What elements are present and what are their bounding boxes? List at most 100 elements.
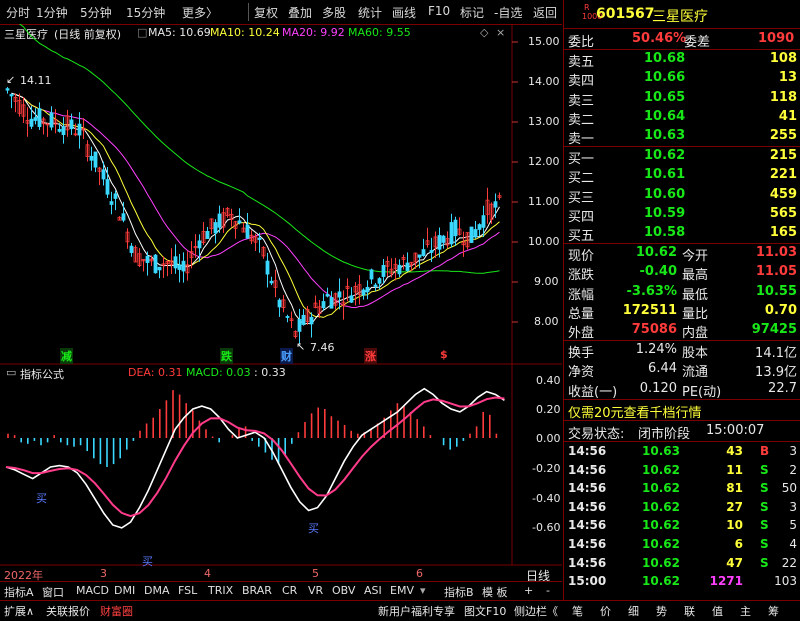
tick-row: 14:56 10.62 27 S 3: [564, 499, 800, 517]
related-quotes-button[interactable]: 关联报价: [46, 603, 90, 619]
key-link[interactable]: 联: [684, 603, 695, 619]
candle-body: [417, 254, 422, 258]
statistics-button[interactable]: 统计: [358, 4, 382, 21]
key-chips[interactable]: 筹: [768, 603, 779, 619]
key-detail[interactable]: 细: [628, 603, 639, 619]
tick-row: 15:00 10.62 1271 103: [564, 573, 800, 591]
indicator-extra-value: : 0.33: [254, 366, 286, 379]
bid-price: 10.62: [644, 148, 686, 163]
candle-body: [337, 291, 342, 298]
indicator-title[interactable]: 指标公式: [20, 366, 64, 382]
event-marker-reduce[interactable]: 减: [60, 348, 73, 364]
y-tick-label: 11.00: [528, 195, 560, 208]
stat-label: 现价: [568, 249, 595, 264]
adjust-button[interactable]: 复权: [254, 4, 278, 21]
tab-window[interactable]: 窗口: [42, 584, 64, 600]
tab-trix[interactable]: TRIX: [208, 584, 233, 597]
f10-graphic-button[interactable]: 图文F10: [464, 603, 506, 619]
key-value[interactable]: 值: [712, 603, 723, 619]
tab-more[interactable]: 更多〉: [182, 4, 218, 21]
mark-button[interactable]: 标记: [460, 4, 484, 21]
multi-stock-button[interactable]: 多股: [322, 4, 346, 21]
candle-body: [349, 295, 354, 303]
wealth-circle-button[interactable]: 财富圈: [100, 603, 133, 619]
y-tick-label: 9.00: [534, 275, 559, 288]
candle-body: [245, 224, 250, 239]
indicator-icon[interactable]: ▭: [6, 366, 16, 379]
sidebar-toggle-button[interactable]: 侧边栏《: [514, 603, 558, 619]
ask-level-row: 卖四 10.66 13: [564, 69, 800, 89]
tab-1min[interactable]: 1分钟: [36, 4, 68, 21]
fund-label: 股本: [682, 346, 709, 361]
tick-time: 14:56: [568, 555, 607, 570]
overlay-button[interactable]: 叠加: [288, 4, 312, 21]
event-marker-rise[interactable]: 涨: [364, 348, 377, 364]
expand-button[interactable]: 扩展∧: [4, 603, 34, 619]
candle-body: [301, 314, 306, 325]
dea-path: [5, 396, 505, 518]
tab-emv[interactable]: EMV: [390, 584, 414, 597]
candle-body: [321, 301, 326, 309]
tick-time: 14:56: [568, 537, 607, 551]
key-trend[interactable]: 势: [656, 603, 667, 619]
draw-line-button[interactable]: 画线: [392, 4, 416, 21]
bid-price: 10.60: [644, 186, 686, 202]
event-marker-finance[interactable]: 财: [280, 348, 293, 364]
tick-side: S: [760, 555, 769, 570]
order-ratio-label: 委比: [568, 35, 595, 50]
tab-obv[interactable]: OBV: [332, 584, 355, 597]
tick-row: 14:56 10.62 47 S 22: [564, 555, 800, 573]
candle-body: [277, 299, 282, 308]
ma5-path: [11, 92, 500, 326]
tab-dmi[interactable]: DMI: [114, 584, 135, 597]
tab-indicator-a[interactable]: 指标A: [4, 584, 34, 600]
trade-state-row: 交易状态: 闭市阶段 15:00:07: [564, 422, 800, 442]
tick-volume: 27: [726, 499, 743, 514]
candle-body: [57, 129, 62, 132]
tab-fsl[interactable]: FSL: [178, 584, 197, 597]
tab-brar[interactable]: BRAR: [242, 584, 272, 597]
back-button[interactable]: 返回: [533, 4, 557, 21]
tab-indicator-b[interactable]: 指标B: [444, 584, 474, 600]
tick-row: 14:56 10.62 6 S 4: [564, 536, 800, 554]
y-tick-label: 13.00: [528, 115, 560, 128]
key-main[interactable]: 主: [740, 603, 751, 619]
bid-volume: 215: [769, 148, 797, 163]
tab-macd[interactable]: MACD: [76, 584, 109, 597]
tick-row: 14:56 10.63 43 B 3: [564, 443, 800, 461]
ask-volume: 41: [778, 108, 797, 124]
stat-label: 今开: [682, 249, 709, 264]
macd-y-tick: 0.00: [536, 432, 561, 445]
candle-body: [381, 265, 386, 277]
tab-intraday[interactable]: 分时: [6, 4, 30, 21]
tab-15min[interactable]: 15分钟: [126, 4, 165, 21]
tab-template[interactable]: 模 板: [482, 584, 508, 600]
event-marker-fall[interactable]: 跌: [220, 348, 233, 364]
tab-5min[interactable]: 5分钟: [80, 4, 112, 21]
stat-row: 总量 172511 量比 0.70: [564, 302, 800, 322]
add-watchlist-button[interactable]: -自选: [494, 4, 522, 21]
stat-value: -0.40: [639, 264, 677, 280]
macd-y-tick: 0.40: [536, 374, 561, 387]
zoom-in-button[interactable]: +: [524, 584, 533, 597]
new-user-promo-link[interactable]: 新用户福利专享: [378, 603, 455, 619]
order-diff-label: 委差: [684, 35, 711, 50]
f10-button[interactable]: F10: [428, 4, 450, 18]
zoom-out-button[interactable]: -: [546, 584, 550, 597]
tab-dma[interactable]: DMA: [144, 584, 170, 597]
candle-body: [89, 155, 94, 161]
event-marker-dividend[interactable]: $: [440, 348, 448, 361]
promo-row[interactable]: 仅需20元查看千档行情: [564, 401, 800, 421]
level2-promo[interactable]: 仅需20元查看千档行情: [568, 402, 702, 421]
candle-body: [33, 117, 38, 121]
ask-volume: 118: [769, 89, 797, 105]
tab-vr[interactable]: VR: [308, 584, 323, 597]
tab-asi[interactable]: ASI: [364, 584, 382, 597]
key-trades[interactable]: 笔: [572, 603, 583, 619]
candle-body: [109, 201, 114, 205]
key-price[interactable]: 价: [600, 603, 611, 619]
tab-dropdown-icon[interactable]: ▾: [420, 584, 426, 597]
tick-side: S: [760, 462, 769, 477]
kline-chart[interactable]: [0, 24, 562, 581]
tab-cr[interactable]: CR: [282, 584, 297, 597]
